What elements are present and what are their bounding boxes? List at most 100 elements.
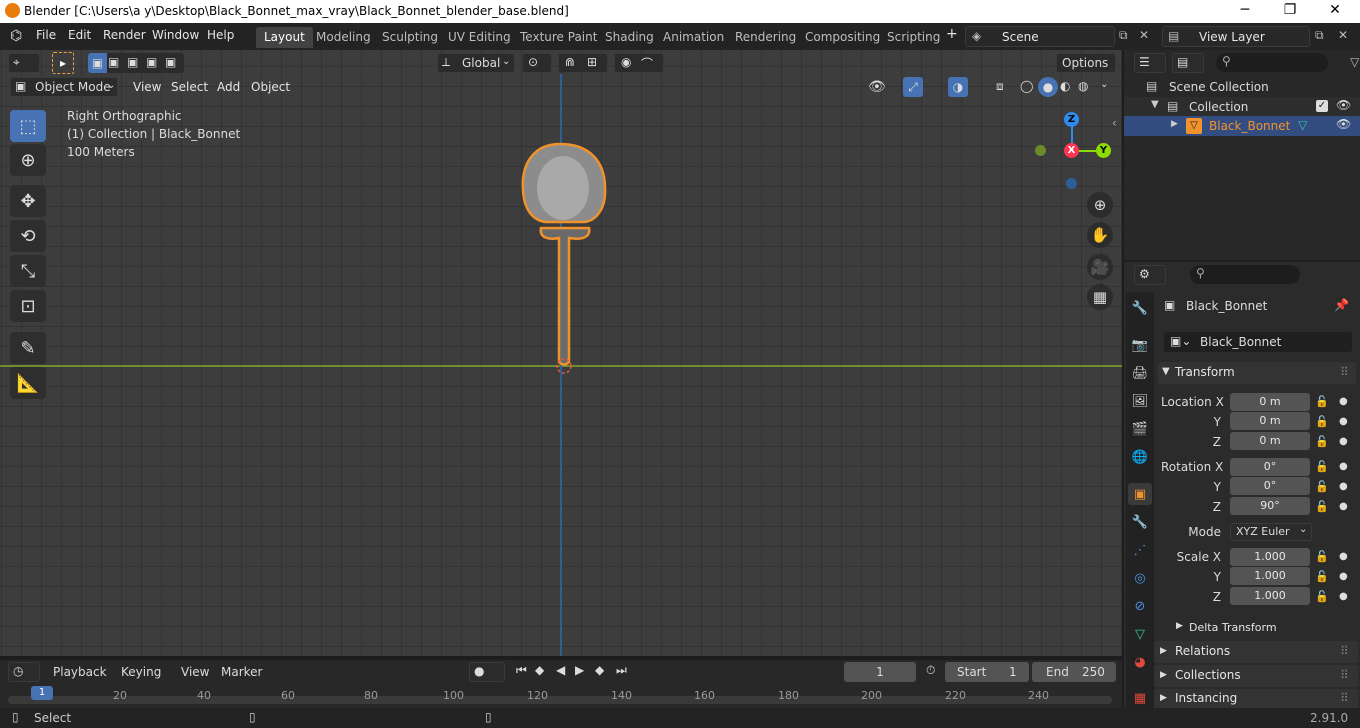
snap-toggle[interactable]: ⋒ ⊞ xyxy=(558,53,608,73)
play-icon[interactable]: ▶ xyxy=(575,663,584,677)
relations-panel[interactable]: ▶ Relations ⠿ xyxy=(1154,641,1358,663)
keyframe-dot-icon[interactable]: ● xyxy=(1339,571,1348,582)
ortho-toggle-button[interactable]: ▦ xyxy=(1087,284,1113,310)
expand-arrow-icon[interactable]: ▼ xyxy=(1151,99,1159,110)
playhead[interactable]: 1 xyxy=(31,686,53,700)
texture-tab-icon[interactable]: ▦ xyxy=(1128,687,1152,709)
gizmo-z-handle[interactable]: Z xyxy=(1064,112,1079,127)
menu-window[interactable]: Window xyxy=(152,28,199,42)
gizmo-x-handle[interactable]: X xyxy=(1064,143,1079,158)
lock-icon[interactable]: 🔓 xyxy=(1315,550,1329,563)
exclude-checkbox[interactable]: ✓ xyxy=(1316,100,1328,112)
constraints-tab-icon[interactable]: ⊘ xyxy=(1128,595,1152,617)
collections-panel[interactable]: ▶ Collections ⠿ xyxy=(1154,665,1358,687)
move-tool[interactable]: ✥ xyxy=(10,185,46,217)
properties-search-input[interactable]: ⚲ xyxy=(1190,265,1300,284)
solid-shading-icon[interactable]: ● xyxy=(1038,77,1058,97)
shading-options-icon[interactable]: ⌄ xyxy=(1100,79,1108,90)
timeline-menu-keying[interactable]: Keying xyxy=(121,665,161,679)
instancing-panel[interactable]: ▶ Instancing ⠿ xyxy=(1154,689,1358,708)
lock-icon[interactable]: 🔓 xyxy=(1315,415,1329,428)
drag-handle-icon[interactable]: ⠿ xyxy=(1340,691,1349,705)
keyframe-dot-icon[interactable]: ● xyxy=(1339,416,1348,427)
tab-texture-paint[interactable]: Texture Paint xyxy=(512,27,605,48)
lock-icon[interactable]: 🔓 xyxy=(1315,570,1329,583)
object-mode-dropdown[interactable]: ▣ Object Mode ⌄ xyxy=(10,77,118,97)
gizmo-y-handle[interactable]: Y xyxy=(1096,143,1111,158)
world-tab-icon[interactable]: 🌐 xyxy=(1128,446,1152,468)
keyframe-dot-icon[interactable]: ● xyxy=(1339,396,1348,407)
display-mode-dropdown[interactable]: ▤ xyxy=(1172,53,1204,73)
lock-icon[interactable]: 🔓 xyxy=(1315,395,1329,408)
select-new-icon[interactable]: ▣ xyxy=(88,53,107,73)
end-frame-field[interactable]: End 250 xyxy=(1032,662,1116,682)
timeline-menu-playback[interactable]: Playback xyxy=(53,665,107,679)
rotation-mode-dropdown[interactable]: XYZ Euler ⌄ xyxy=(1230,523,1312,541)
tool-tab-icon[interactable]: 🔧 xyxy=(1128,297,1152,319)
new-view-layer-icon[interactable]: ⧉ xyxy=(1315,28,1324,43)
outliner-row-black-bonnet[interactable]: ▶ ▽ Black_Bonnet ▽ 👁 xyxy=(1124,116,1360,136)
material-shading-icon[interactable]: ◐ xyxy=(1060,79,1070,93)
rotate-tool[interactable]: ⟲ xyxy=(10,220,46,252)
outliner-row-collection[interactable]: ▼ ▤ Collection ✓ 👁 xyxy=(1124,97,1360,117)
transform-orientation-dropdown[interactable]: ⟂ Global ⌄ xyxy=(437,53,515,73)
menu-file[interactable]: File xyxy=(36,28,56,42)
pivot-point-dropdown[interactable]: ⊙ xyxy=(522,53,552,73)
location-y-field[interactable]: 0 m xyxy=(1230,412,1310,430)
drag-handle-icon[interactable]: ⠿ xyxy=(1340,644,1349,658)
lock-icon[interactable]: 🔓 xyxy=(1315,435,1329,448)
lock-icon[interactable]: 🔓 xyxy=(1315,480,1329,493)
current-frame-field[interactable]: 1 xyxy=(844,662,916,682)
viewport-menu-object[interactable]: Object xyxy=(251,80,290,94)
options-dropdown[interactable]: Options xyxy=(1056,53,1116,73)
gizmo-neg-z-handle[interactable] xyxy=(1066,178,1077,189)
keyframe-dot-icon[interactable]: ● xyxy=(1339,551,1348,562)
keyframe-dot-icon[interactable]: ● xyxy=(1339,461,1348,472)
view-layer-tab-icon[interactable]: 🖼 xyxy=(1128,390,1152,412)
delete-view-layer-icon[interactable]: ✕ xyxy=(1338,28,1348,42)
scale-y-field[interactable]: 1.000 xyxy=(1230,567,1310,585)
sidebar-toggle-icon[interactable]: ‹ xyxy=(1112,116,1117,130)
lock-icon[interactable]: 🔓 xyxy=(1315,590,1329,603)
annotate-tool[interactable]: ✎ xyxy=(10,332,46,364)
pin-icon[interactable]: 📌 xyxy=(1334,298,1349,312)
outliner-editor-type[interactable]: ☰ xyxy=(1134,53,1166,73)
stopwatch-icon[interactable]: ⏱ xyxy=(926,663,935,678)
delete-scene-icon[interactable]: ✕ xyxy=(1139,28,1149,42)
tab-layout[interactable]: Layout xyxy=(256,27,313,48)
active-tool-icon[interactable]: ▸ xyxy=(52,52,74,74)
maximize-button[interactable]: ❐ xyxy=(1280,2,1300,18)
tab-modeling[interactable]: Modeling xyxy=(308,27,379,48)
add-workspace-button[interactable]: + xyxy=(946,26,958,42)
rotation-x-field[interactable]: 0° xyxy=(1230,458,1310,476)
keyframe-dot-icon[interactable]: ● xyxy=(1339,436,1348,447)
select-intersect-icon[interactable]: ▣ xyxy=(165,55,176,69)
zoom-button[interactable]: ⊕ xyxy=(1087,192,1113,218)
menu-help[interactable]: Help xyxy=(207,28,234,42)
keyframe-dot-icon[interactable]: ● xyxy=(1339,591,1348,602)
scale-x-field[interactable]: 1.000 xyxy=(1230,548,1310,566)
transform-tool[interactable]: ⊡ xyxy=(10,290,46,322)
outliner[interactable]: ☰ ▤ ⚲ ▽ ▤ Scene Collection ▼ ▤ Collectio… xyxy=(1124,50,1360,260)
transform-panel-header[interactable]: ▼ Transform ⠿ xyxy=(1158,362,1356,384)
data-tab-icon[interactable]: ▽ xyxy=(1128,623,1152,645)
menu-render[interactable]: Render xyxy=(103,28,146,42)
location-z-field[interactable]: 0 m xyxy=(1230,432,1310,450)
timeline[interactable]: ◷ Playback Keying View Marker ● ⏮ ◆ ◀ ▶ … xyxy=(0,660,1122,708)
eye-icon[interactable]: 👁 xyxy=(1336,117,1351,131)
eye-icon[interactable]: 👁 xyxy=(1336,98,1351,112)
viewport-menu-add[interactable]: Add xyxy=(217,80,240,94)
camera-view-button[interactable]: 🎥 xyxy=(1087,254,1113,280)
timeline-menu-marker[interactable]: Marker xyxy=(221,665,262,679)
wireframe-shading-icon[interactable]: ◯ xyxy=(1020,79,1033,93)
outliner-row-scene-collection[interactable]: ▤ Scene Collection xyxy=(1124,77,1360,97)
visibility-icon[interactable]: 👁 xyxy=(868,79,886,95)
tab-sculpting[interactable]: Sculpting xyxy=(374,27,446,48)
lock-icon[interactable]: 🔓 xyxy=(1315,460,1329,473)
editor-type-button[interactable]: ⌖ xyxy=(8,53,40,73)
3d-viewport[interactable]: ⌖ ▸ ▣ ▣ ▣ ▣ ▣ ⟂ Global ⌄ ⊙ ⋒ ⊞ ◉ ⌒ Options… xyxy=(0,50,1122,656)
minimize-button[interactable]: ─ xyxy=(1235,2,1255,18)
blender-menu-icon[interactable]: ⌬ xyxy=(10,28,22,44)
modifier-tab-icon[interactable]: 🔧 xyxy=(1128,511,1152,533)
output-tab-icon[interactable]: 🖨 xyxy=(1128,362,1152,384)
